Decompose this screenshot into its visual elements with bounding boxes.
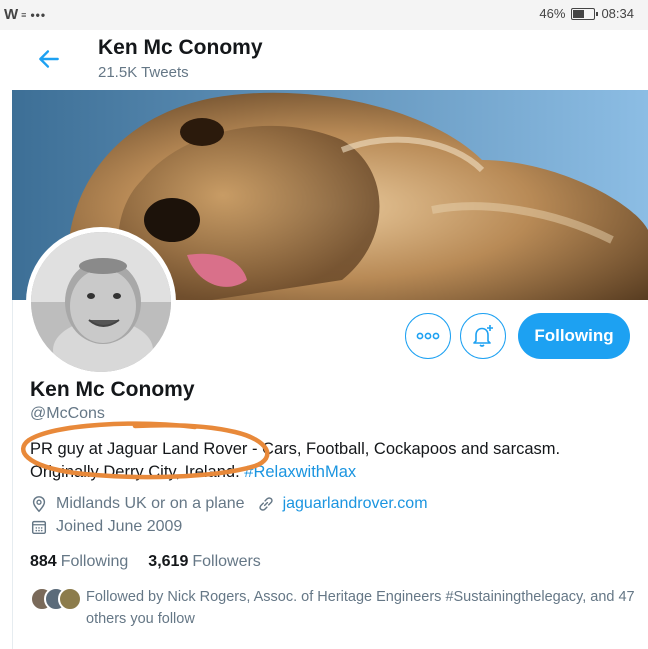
profile-header: Ken Mc Conomy 21.5K Tweets bbox=[12, 30, 648, 90]
back-arrow-icon[interactable] bbox=[36, 46, 62, 72]
header-title: Ken Mc Conomy bbox=[98, 36, 263, 59]
joined-row: Joined June 2009 bbox=[30, 518, 182, 536]
more-options-button[interactable] bbox=[405, 313, 451, 359]
hand-drawn-circle-annotation bbox=[21, 421, 270, 480]
following-button[interactable]: Following bbox=[518, 313, 630, 359]
following-count: 884 bbox=[30, 553, 57, 570]
location-row: Midlands UK or on a plane jaguarlandrove… bbox=[30, 495, 428, 513]
following-label: Following bbox=[60, 553, 129, 570]
calendar-icon bbox=[31, 520, 47, 535]
more-notifications-icon: ••• bbox=[30, 7, 47, 22]
joined-text: Joined June 2009 bbox=[56, 518, 183, 535]
status-right: 46% 08:34 bbox=[539, 6, 634, 21]
app-notification-icon: W bbox=[4, 6, 18, 23]
status-left: W ≡ ••• bbox=[4, 6, 46, 23]
followers-count: 3,619 bbox=[148, 553, 189, 570]
clock: 08:34 bbox=[601, 6, 634, 21]
follow-counts: 884 Following 3,619 Followers bbox=[30, 553, 261, 571]
location-pin-icon bbox=[32, 496, 46, 513]
profile-name: Ken Mc Conomy bbox=[30, 378, 195, 401]
avatar bbox=[58, 587, 82, 611]
follower-avatars bbox=[30, 587, 86, 613]
website-link[interactable]: jaguarlandrover.com bbox=[283, 495, 428, 513]
followers-label: Followers bbox=[192, 553, 261, 570]
followers-count-link[interactable]: 3,619 Followers bbox=[148, 553, 261, 571]
link-icon bbox=[258, 497, 273, 511]
avatar-photo bbox=[31, 232, 171, 372]
followed-by-text: Followed by Nick Rogers, Assoc. of Herit… bbox=[86, 589, 635, 627]
more-options-icon bbox=[416, 332, 440, 340]
battery-percent: 46% bbox=[539, 6, 566, 21]
signal-icon: ≡ bbox=[21, 9, 27, 20]
tweet-count: 21.5K Tweets bbox=[98, 64, 189, 81]
following-count-link[interactable]: 884 Following bbox=[30, 553, 128, 571]
location-text: Midlands UK or on a plane bbox=[56, 495, 245, 512]
notifications-button[interactable] bbox=[460, 313, 506, 359]
profile-avatar[interactable] bbox=[26, 227, 176, 377]
bell-plus-icon bbox=[473, 325, 493, 347]
followed-by-row[interactable]: Followed by Nick Rogers, Assoc. of Herit… bbox=[30, 586, 640, 630]
status-bar: W ≡ ••• 46% 08:34 bbox=[0, 0, 648, 30]
battery-icon bbox=[571, 7, 599, 20]
